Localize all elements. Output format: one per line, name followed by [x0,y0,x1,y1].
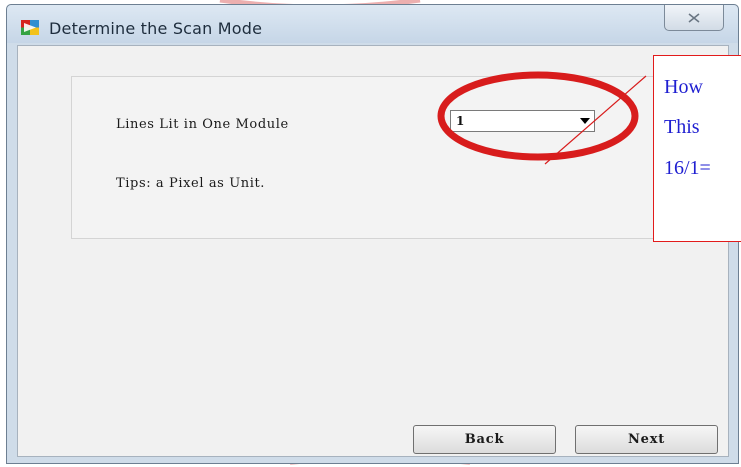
app-icon [21,20,39,35]
dialog-window: Determine the Scan Mode Lines Lit in One… [6,4,739,464]
scan-mode-group: Lines Lit in One Module 1 Tips: a Pixel … [71,76,691,239]
window-title: Determine the Scan Mode [49,19,263,38]
callout-line-1: How [664,76,703,98]
tips-label: Tips: a Pixel as Unit. [116,176,266,191]
close-button[interactable] [664,5,724,31]
chevron-down-icon[interactable] [576,111,594,131]
callout-line-2: This [664,116,700,138]
annotation-callout: How This 16/1= [653,55,741,242]
callout-line-3: 16/1= [664,157,711,179]
lines-lit-dropdown[interactable]: 1 [450,110,595,132]
title-bar[interactable]: Determine the Scan Mode [7,5,738,43]
lines-lit-label: Lines Lit in One Module [116,117,289,132]
dialog-body: Lines Lit in One Module 1 Tips: a Pixel … [17,45,729,457]
next-button[interactable]: Next [575,425,718,454]
lines-lit-value: 1 [456,114,465,128]
back-button[interactable]: Back [413,425,556,454]
close-icon [688,12,700,23]
